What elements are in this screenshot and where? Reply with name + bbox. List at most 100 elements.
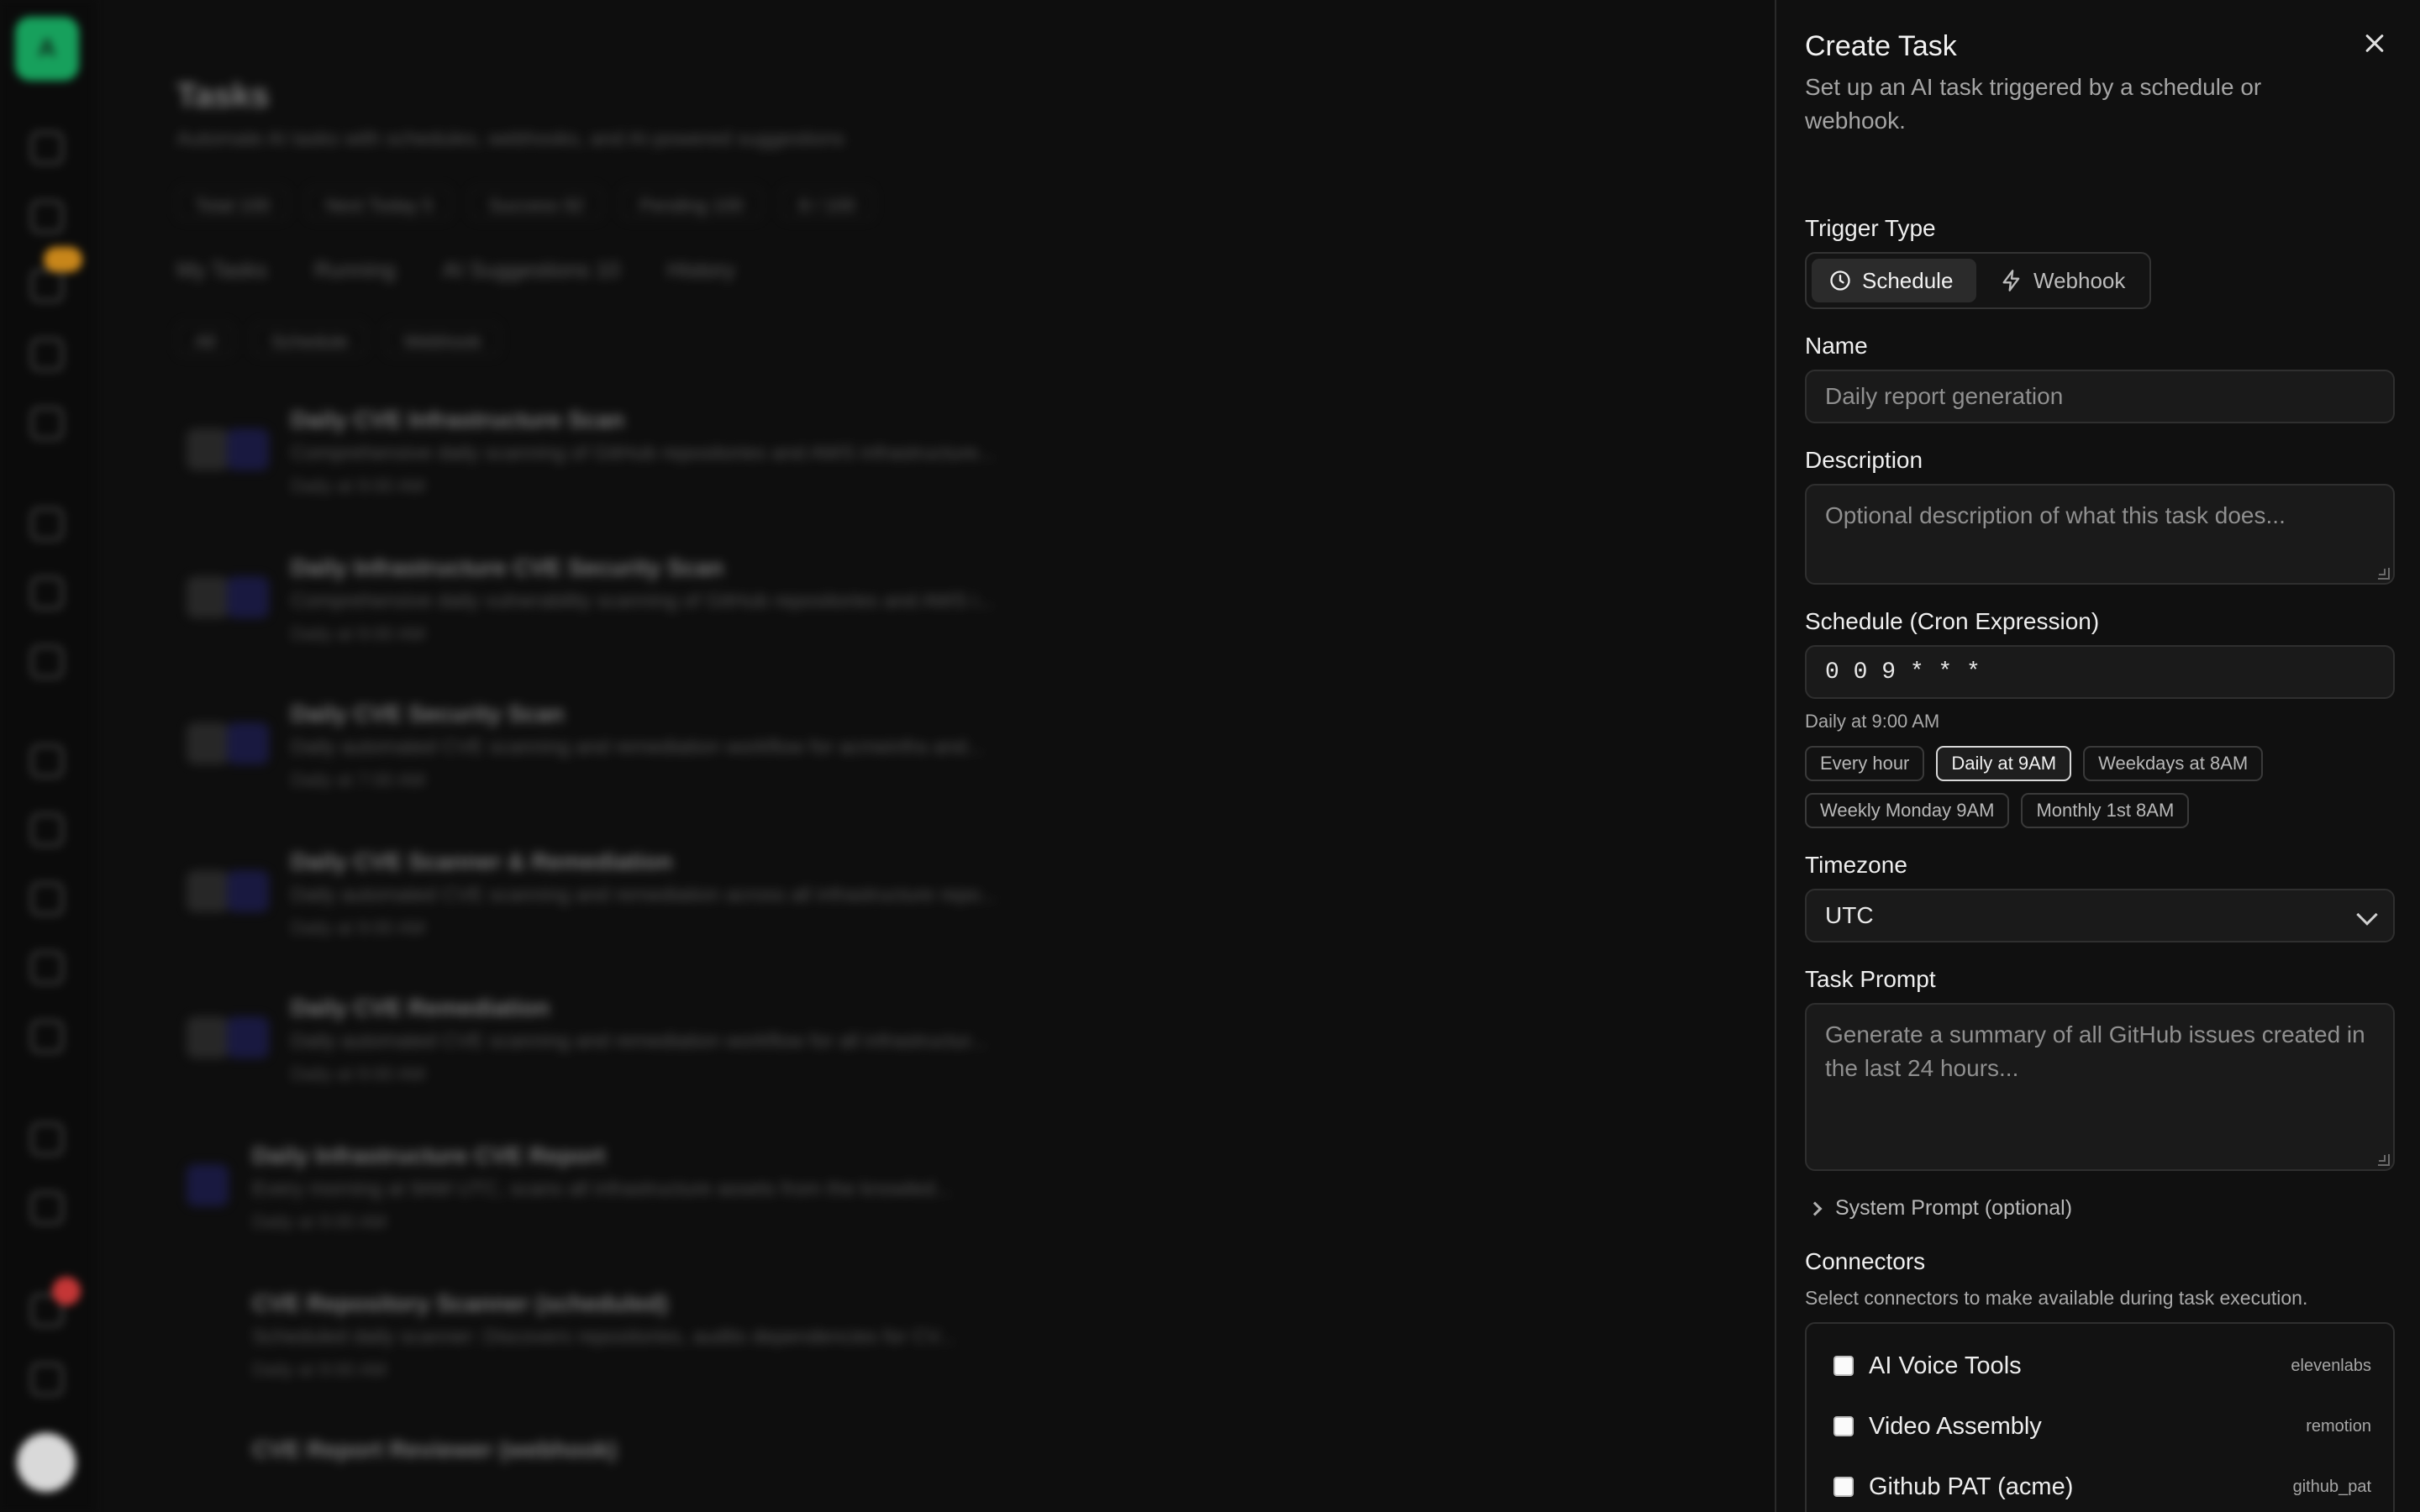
task-title: CVE Report Reviewer (webhook)	[252, 1436, 618, 1462]
preset-every-hour[interactable]: Every hour	[1805, 746, 1925, 781]
database-icon[interactable]	[30, 1020, 64, 1053]
connectors-label: Connectors	[1805, 1248, 1926, 1274]
task-prompt-textarea[interactable]: Generate a summary of all GitHub issues …	[1805, 1003, 2395, 1171]
help-icon[interactable]	[30, 1191, 64, 1225]
list-item[interactable]: Daily CVE Security Scan Daily automated …	[176, 694, 1067, 828]
task-title: CVE Repository Scanner (scheduled)	[252, 1290, 668, 1316]
connector-item[interactable]: AI Voice Tools elevenlabs	[1833, 1346, 2371, 1386]
description-label: Description	[1805, 447, 1923, 473]
filter-schedule[interactable]: Schedule	[252, 323, 367, 356]
chevron-right-icon	[1807, 1201, 1823, 1215]
connector-name: AI Voice Tools	[1869, 1352, 2022, 1379]
connector-key: remotion	[2306, 1416, 2371, 1436]
list-item[interactable]: Daily CVE Scanner & Remediation Daily au…	[176, 842, 1067, 976]
trigger-type-label: Trigger Type	[1805, 215, 1936, 241]
brush-icon[interactable]	[30, 507, 64, 541]
agent-icon	[187, 1164, 229, 1206]
name-label: Name	[1805, 333, 1868, 359]
code-icon[interactable]	[30, 951, 64, 984]
left-nav-rail: A	[0, 0, 94, 1512]
task-title: Daily CVE Security Scan	[291, 701, 565, 727]
connector-name: Github PAT (acme)	[1869, 1473, 2074, 1500]
preset-monthly-1st-8am[interactable]: Monthly 1st 8AM	[2021, 793, 2190, 828]
connector-item[interactable]: Video Assembly remotion	[1833, 1406, 2371, 1446]
task-tabs: My Tasks Running AI Suggestions 10 Histo…	[176, 257, 735, 283]
system-prompt-label: System Prompt (optional)	[1835, 1196, 2073, 1220]
connector-item[interactable]: Github PAT (acme) github_pat	[1833, 1467, 2371, 1507]
agent-icon	[227, 1016, 269, 1058]
cron-expression-input[interactable]: 0 0 9 * * *	[1805, 645, 2395, 699]
agent-icon	[227, 576, 269, 618]
tab-history[interactable]: History	[667, 257, 735, 283]
stat-pill: Total 100	[176, 186, 289, 220]
resize-handle-icon[interactable]	[2378, 568, 2390, 580]
task-description: Daily automated CVE scanning and remedia…	[291, 1030, 987, 1053]
chat-icon[interactable]	[30, 131, 64, 165]
list-item[interactable]: Daily Infrastructure CVE Report Every mo…	[176, 1136, 1067, 1270]
list-item[interactable]: Daily CVE Remediation Daily automated CV…	[176, 988, 1067, 1122]
list-item[interactable]: Daily Infrastructure CVE Security Scan C…	[176, 548, 1067, 682]
tab-ai-suggestions[interactable]: AI Suggestions 10	[443, 257, 620, 283]
folder-icon[interactable]	[30, 645, 64, 679]
drawer-title: Create Task	[1805, 30, 1957, 62]
trigger-schedule-button[interactable]: Schedule	[1812, 259, 1976, 302]
tab-my-tasks[interactable]: My Tasks	[176, 257, 267, 283]
task-schedule: Daily at 9:00 AM	[291, 623, 426, 644]
gear-icon[interactable]	[30, 1362, 64, 1396]
terminal-icon[interactable]	[30, 744, 64, 778]
connector-key: github_pat	[2292, 1477, 2371, 1496]
list-item[interactable]: CVE Report Reviewer (webhook)	[176, 1430, 1067, 1512]
stat-pill: Next Today 5	[307, 186, 452, 220]
schedule-label: Schedule (Cron Expression)	[1805, 608, 2100, 634]
task-prompt-placeholder: Generate a summary of all GitHub issues …	[1825, 1021, 2365, 1081]
resize-handle-icon[interactable]	[2378, 1154, 2390, 1166]
task-schedule: Daily at 9:00 AM	[291, 1063, 426, 1084]
plug-icon[interactable]	[30, 200, 64, 234]
preset-weekly-monday-9am[interactable]: Weekly Monday 9AM	[1805, 793, 2010, 828]
task-description: Comprehensive daily scanning of GitHub r…	[291, 442, 996, 465]
grid-icon[interactable]	[30, 882, 64, 916]
trigger-schedule-label: Schedule	[1862, 267, 1954, 293]
connector-checkbox[interactable]	[1833, 1356, 1854, 1376]
description-textarea[interactable]: Optional description of what this task d…	[1805, 484, 2395, 585]
create-task-drawer: Create Task Set up an AI task triggered …	[1775, 0, 2420, 1512]
task-description: Scheduled daily scanner: Discovers repos…	[252, 1326, 955, 1348]
close-icon[interactable]	[2358, 27, 2391, 60]
preset-weekdays-8am[interactable]: Weekdays at 8AM	[2083, 746, 2264, 781]
avatar[interactable]	[17, 1433, 76, 1492]
connector-name: Video Assembly	[1869, 1412, 2042, 1440]
task-description: Daily automated CVE scanning and remedia…	[291, 736, 984, 759]
timezone-label: Timezone	[1805, 852, 1907, 878]
app-logo[interactable]: A	[15, 17, 79, 81]
alert-icon[interactable]	[30, 338, 64, 371]
connector-checkbox[interactable]	[1833, 1477, 1854, 1497]
tasks-icon[interactable]	[30, 269, 64, 302]
table-icon[interactable]	[30, 1122, 64, 1156]
settings-icon[interactable]	[30, 407, 64, 440]
description-placeholder: Optional description of what this task d…	[1825, 502, 2286, 528]
task-title: Daily Infrastructure CVE Report	[252, 1142, 606, 1168]
system-prompt-toggle[interactable]: System Prompt (optional)	[1805, 1196, 2072, 1221]
list-item[interactable]: Daily CVE Infrastructure Scan Comprehens…	[176, 400, 1067, 534]
preset-daily-9am[interactable]: Daily at 9AM	[1936, 746, 2072, 781]
image-icon[interactable]	[30, 576, 64, 610]
timezone-value: UTC	[1825, 902, 1874, 928]
trigger-webhook-button[interactable]: Webhook	[1983, 259, 2148, 302]
task-type-icon	[187, 1016, 229, 1058]
timezone-select[interactable]: UTC	[1805, 889, 2395, 942]
task-title: Daily CVE Remediation	[291, 995, 550, 1021]
task-schedule: Daily at 9:00 AM	[291, 475, 426, 496]
filter-bar: All Schedule Webhook	[176, 323, 500, 356]
page-subtitle: Automate AI tasks with schedules, webhoo…	[176, 128, 845, 150]
connector-checkbox[interactable]	[1833, 1416, 1854, 1436]
name-input[interactable]: Daily report generation	[1805, 370, 2395, 423]
drawer-subtitle: Set up an AI task triggered by a schedul…	[1805, 74, 2262, 134]
connectors-list: AI Voice Tools elevenlabs Video Assembly…	[1805, 1322, 2395, 1512]
list-item[interactable]: CVE Repository Scanner (scheduled) Sched…	[176, 1284, 1067, 1418]
task-title: Daily CVE Scanner & Remediation	[291, 848, 673, 874]
tab-running[interactable]: Running	[314, 257, 396, 283]
box-icon[interactable]	[30, 813, 64, 847]
filter-webhook[interactable]: Webhook	[385, 323, 500, 356]
filter-all[interactable]: All	[176, 323, 234, 356]
task-title: Daily CVE Infrastructure Scan	[291, 407, 624, 433]
